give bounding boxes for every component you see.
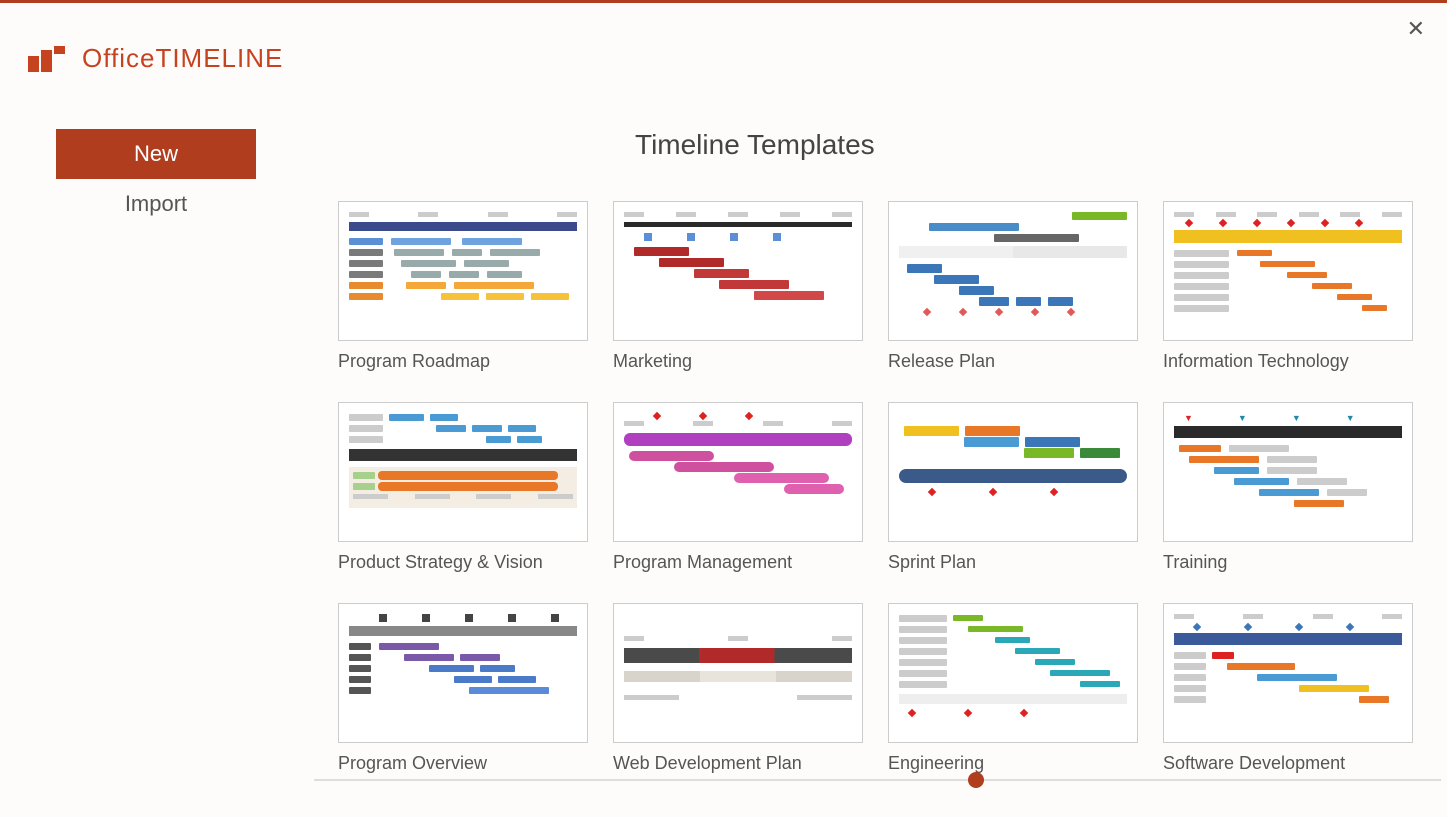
template-grid: Program Roadmap bbox=[310, 201, 1437, 774]
template-thumb bbox=[888, 603, 1138, 743]
template-thumb bbox=[1163, 603, 1413, 743]
template-label: Training bbox=[1163, 552, 1413, 573]
section-title: Timeline Templates bbox=[635, 129, 1437, 161]
horizontal-scrollbar[interactable] bbox=[314, 779, 1441, 781]
template-sprint-plan[interactable]: Sprint Plan bbox=[888, 402, 1138, 573]
template-web-development-plan[interactable]: Web Development Plan bbox=[613, 603, 863, 774]
template-release-plan[interactable]: Release Plan bbox=[888, 201, 1138, 372]
template-label: Engineering bbox=[888, 753, 1138, 774]
app-title: OfficeTIMELINE bbox=[82, 43, 283, 74]
template-thumb bbox=[338, 402, 588, 542]
template-thumb bbox=[613, 201, 863, 341]
template-label: Sprint Plan bbox=[888, 552, 1138, 573]
close-button[interactable]: ✕ bbox=[1407, 18, 1425, 40]
sidebar-nav: New Import bbox=[0, 129, 310, 774]
template-engineering[interactable]: Engineering bbox=[888, 603, 1138, 774]
template-label: Marketing bbox=[613, 351, 863, 372]
template-information-technology[interactable]: Information Technology bbox=[1163, 201, 1413, 372]
template-thumb bbox=[338, 603, 588, 743]
template-label: Information Technology bbox=[1163, 351, 1413, 372]
template-label: Product Strategy & Vision bbox=[338, 552, 588, 573]
template-training[interactable]: ▼▼▼▼ Training bbox=[1163, 402, 1413, 573]
template-label: Software Development bbox=[1163, 753, 1413, 774]
template-label: Release Plan bbox=[888, 351, 1138, 372]
template-marketing[interactable]: Marketing bbox=[613, 201, 863, 372]
template-thumb bbox=[338, 201, 588, 341]
scrollbar-thumb[interactable] bbox=[968, 772, 984, 788]
template-label: Program Management bbox=[613, 552, 863, 573]
template-label: Program Overview bbox=[338, 753, 588, 774]
nav-item-new[interactable]: New bbox=[56, 129, 256, 179]
app-header: OfficeTIMELINE bbox=[0, 3, 1447, 74]
template-label: Program Roadmap bbox=[338, 351, 588, 372]
template-label: Web Development Plan bbox=[613, 753, 863, 774]
template-program-overview[interactable]: Program Overview bbox=[338, 603, 588, 774]
template-thumb bbox=[613, 603, 863, 743]
template-thumb bbox=[888, 402, 1138, 542]
template-thumb bbox=[613, 402, 863, 542]
nav-item-import[interactable]: Import bbox=[56, 179, 256, 229]
template-program-roadmap[interactable]: Program Roadmap bbox=[338, 201, 588, 372]
template-program-management[interactable]: Program Management bbox=[613, 402, 863, 573]
template-software-development[interactable]: Software Development bbox=[1163, 603, 1413, 774]
template-product-strategy-vision[interactable]: Product Strategy & Vision bbox=[338, 402, 588, 573]
template-thumb: ▼▼▼▼ bbox=[1163, 402, 1413, 542]
template-thumb bbox=[1163, 201, 1413, 341]
template-thumb bbox=[888, 201, 1138, 341]
app-logo-icon bbox=[28, 46, 68, 72]
